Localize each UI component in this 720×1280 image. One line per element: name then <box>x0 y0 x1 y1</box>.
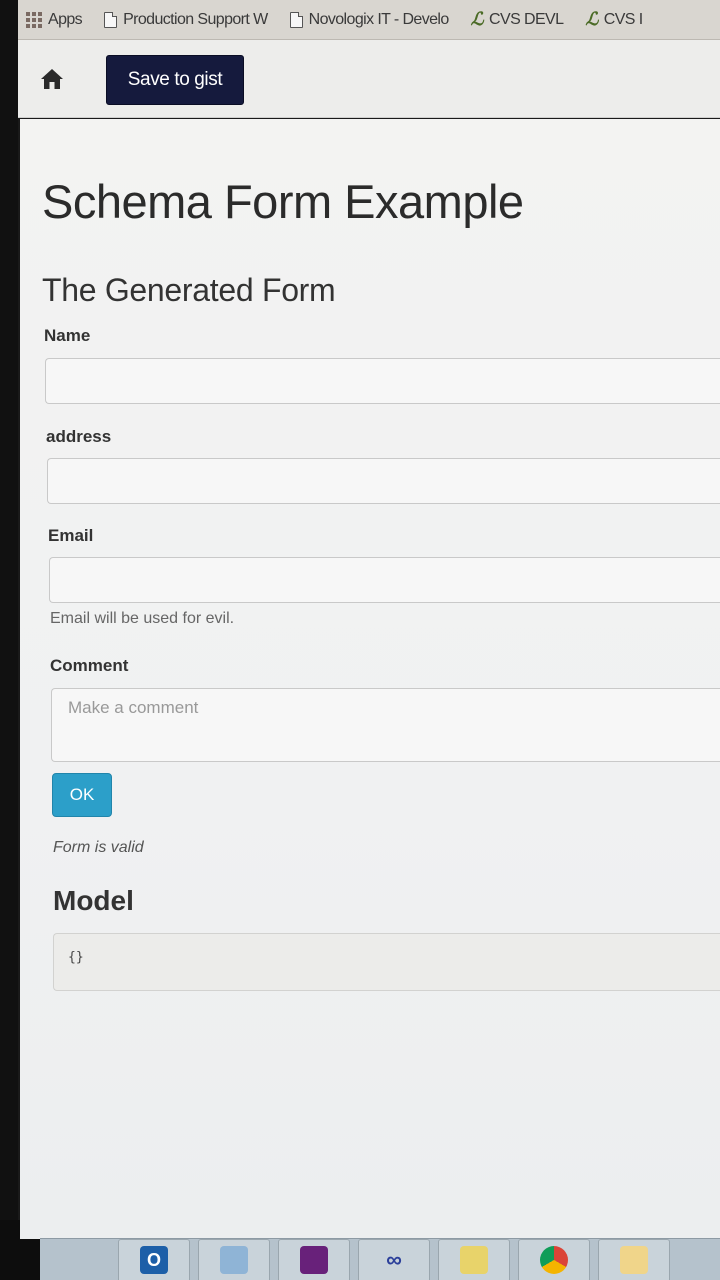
bookmark-cvs-devl[interactable]: ℒ CVS DEVL <box>471 9 564 30</box>
model-heading: Model <box>53 885 134 916</box>
bookmark-apps[interactable]: Apps <box>26 10 83 29</box>
taskbar-file[interactable] <box>438 1239 510 1280</box>
save-to-gist-button[interactable]: Save to gist <box>106 55 244 105</box>
bookmark-novologix[interactable]: Novologix IT - Develo <box>289 10 450 29</box>
bookmarks-bar: Apps Production Support W Novologix IT -… <box>18 0 720 40</box>
comment-label: Comment <box>50 656 129 675</box>
network-icon <box>220 1246 248 1274</box>
address-label: address <box>46 427 112 446</box>
taskbar-visual-studio[interactable] <box>278 1239 350 1280</box>
bookmark-production-support[interactable]: Production Support W <box>104 11 268 29</box>
bookmark-cvs-i[interactable]: ℒ CVS I <box>585 9 643 30</box>
apps-grid-icon <box>26 11 42 28</box>
os-taskbar: O ∞ <box>40 1238 720 1280</box>
ok-button[interactable]: OK <box>52 773 112 817</box>
taskbar-network[interactable] <box>198 1239 270 1280</box>
monitor-bezel <box>0 0 18 1280</box>
bookmark-label: CVS I <box>603 10 643 28</box>
comment-placeholder: Make a comment <box>68 698 199 717</box>
page-icon <box>289 11 303 28</box>
cvs-icon: ℒ <box>470 9 484 30</box>
name-input[interactable] <box>45 358 720 404</box>
home-icon[interactable] <box>40 68 64 90</box>
taskbar-infinity[interactable]: ∞ <box>358 1239 430 1280</box>
page-content: Schema Form Example The Generated Form N… <box>20 119 720 1239</box>
bookmark-label: Production Support W <box>123 10 268 28</box>
app-navbar: Save to gist <box>18 40 720 118</box>
taskbar-outlook[interactable]: O <box>118 1239 190 1280</box>
form-heading: The Generated Form <box>42 272 336 308</box>
taskbar-chrome[interactable] <box>518 1239 590 1280</box>
model-json: {} <box>53 933 720 991</box>
page-icon <box>104 11 118 28</box>
name-label: Name <box>44 326 91 345</box>
infinity-icon: ∞ <box>386 1247 402 1272</box>
email-help-text: Email will be used for evil. <box>50 610 235 627</box>
address-input[interactable] <box>47 458 720 504</box>
chrome-icon <box>540 1246 568 1274</box>
file-icon <box>460 1246 488 1274</box>
visual-studio-icon <box>300 1246 328 1274</box>
email-label: Email <box>48 526 94 545</box>
comment-textarea[interactable]: Make a comment <box>51 688 720 762</box>
bookmark-label: Apps <box>48 10 83 28</box>
page-title: Schema Form Example <box>42 175 524 228</box>
bookmark-label: CVS DEVL <box>489 10 564 28</box>
email-input[interactable] <box>49 557 720 603</box>
taskbar-folder[interactable] <box>598 1239 670 1280</box>
form-status-text: Form is valid <box>53 839 144 856</box>
bookmark-label: Novologix IT - Develo <box>308 10 450 28</box>
folder-icon <box>620 1246 648 1274</box>
outlook-icon: O <box>140 1246 168 1274</box>
cvs-icon: ℒ <box>585 9 598 30</box>
